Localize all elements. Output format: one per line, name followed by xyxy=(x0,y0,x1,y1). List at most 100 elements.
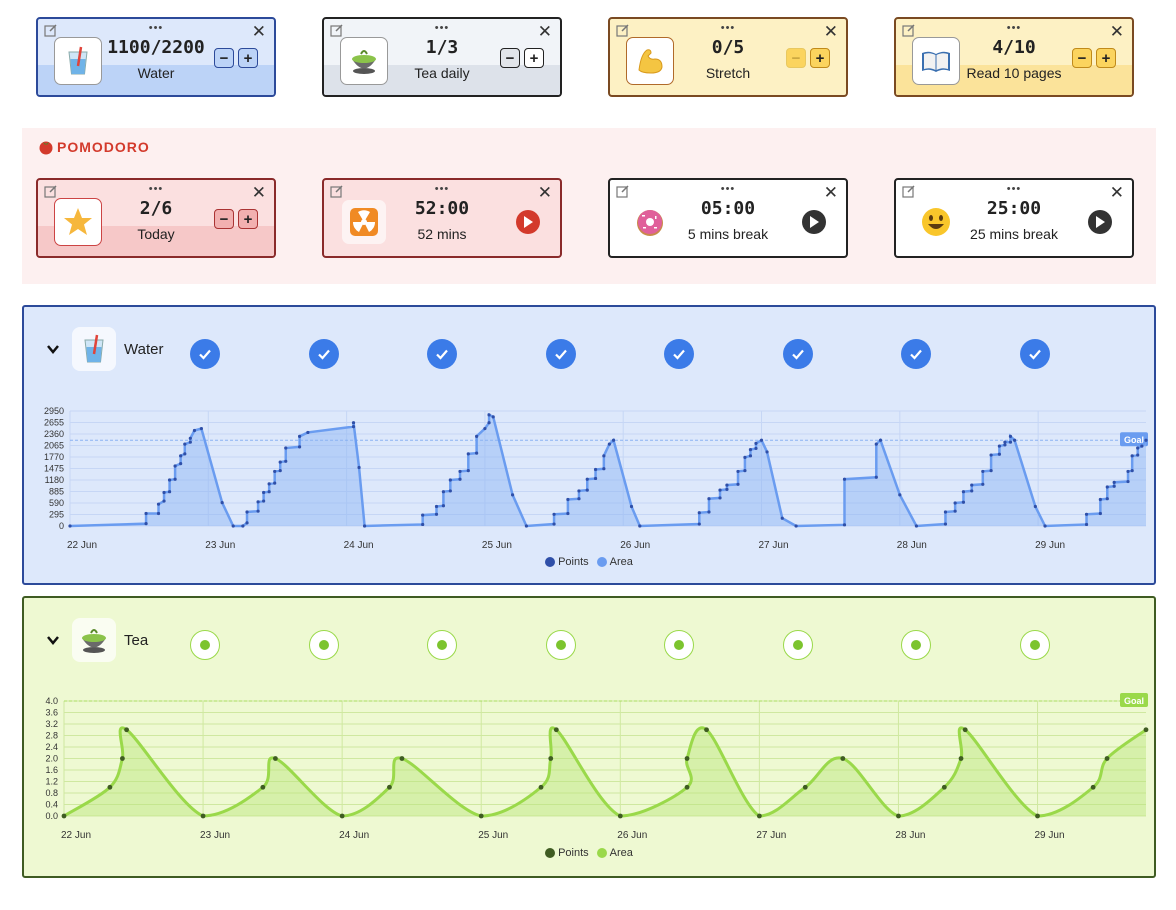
data-point xyxy=(1090,784,1096,790)
data-point xyxy=(458,477,462,481)
play-icon xyxy=(524,216,533,228)
edit-icon[interactable] xyxy=(44,184,58,198)
y-tick-label: 2.0 xyxy=(45,754,58,764)
play-button[interactable] xyxy=(802,210,826,234)
data-point xyxy=(387,784,392,790)
x-tick-label: 28 Jun xyxy=(895,830,925,841)
edit-icon[interactable] xyxy=(902,23,916,37)
more-icon[interactable]: ••• xyxy=(435,184,450,195)
increment-button[interactable]: + xyxy=(238,209,258,229)
x-tick-label: 22 Jun xyxy=(61,830,91,841)
legend-item-points[interactable]: Points xyxy=(545,847,589,859)
increment-button[interactable]: + xyxy=(810,48,830,68)
play-button[interactable] xyxy=(1088,210,1112,234)
data-point xyxy=(538,784,544,790)
more-icon[interactable]: ••• xyxy=(149,184,164,195)
decrement-button[interactable]: − xyxy=(500,48,520,68)
y-tick-label: 885 xyxy=(49,487,64,497)
habit-card-flexed-arm[interactable]: ••• ✕ 0/5 Stretch − + xyxy=(608,17,848,97)
habit-card-tea-bowl[interactable]: ••• ✕ 1/3 Tea daily − + xyxy=(322,17,562,97)
data-point xyxy=(743,455,747,459)
data-point xyxy=(167,490,172,494)
data-point xyxy=(399,756,405,761)
data-point xyxy=(718,496,722,500)
legend-label: Area xyxy=(609,847,633,859)
edit-icon[interactable] xyxy=(616,184,630,198)
more-icon[interactable]: ••• xyxy=(721,23,736,34)
increment-button[interactable]: + xyxy=(1096,48,1116,68)
data-point xyxy=(61,813,67,819)
decrement-button[interactable]: − xyxy=(214,209,234,229)
data-point xyxy=(1105,497,1109,501)
data-point xyxy=(491,415,495,419)
pomodoro-title: POMODORO xyxy=(38,139,150,155)
legend-label: Area xyxy=(609,556,633,568)
more-icon[interactable]: ••• xyxy=(1007,184,1022,195)
data-point xyxy=(748,447,753,452)
data-point xyxy=(199,426,203,431)
data-point xyxy=(297,434,302,438)
decrement-button[interactable]: − xyxy=(786,48,806,68)
data-point xyxy=(220,501,224,505)
decrement-button[interactable]: − xyxy=(214,48,234,68)
data-point xyxy=(1098,497,1102,502)
data-point xyxy=(362,524,367,528)
data-point xyxy=(577,489,581,493)
edit-icon[interactable] xyxy=(44,23,58,37)
data-point xyxy=(458,469,462,474)
data-point xyxy=(765,450,769,454)
y-tick-label: 1.2 xyxy=(45,777,58,787)
habit-card-star[interactable]: ••• ✕ 2/6 Today − + xyxy=(36,178,276,258)
more-icon[interactable]: ••• xyxy=(1007,23,1022,34)
goal-label: Goal xyxy=(1124,696,1144,706)
data-point xyxy=(68,524,72,528)
decrement-button[interactable]: − xyxy=(1072,48,1092,68)
data-point xyxy=(1098,511,1102,516)
data-point xyxy=(943,522,948,526)
data-point xyxy=(1130,469,1134,473)
play-button[interactable] xyxy=(516,210,540,234)
legend-item-points[interactable]: Points xyxy=(545,556,589,568)
legend-item-area[interactable]: Area xyxy=(596,556,633,568)
edit-icon[interactable] xyxy=(902,184,916,198)
more-icon[interactable]: ••• xyxy=(435,23,450,34)
increment-button[interactable]: + xyxy=(238,48,258,68)
data-point xyxy=(351,421,356,425)
data-point xyxy=(475,451,479,455)
edit-icon[interactable] xyxy=(330,23,344,37)
y-tick-label: 0.4 xyxy=(45,800,58,810)
legend-item-area[interactable]: Area xyxy=(596,847,633,859)
data-point xyxy=(124,727,129,733)
habit-card-radioactive[interactable]: ••• ✕ 52:00 52 mins xyxy=(322,178,562,258)
data-point xyxy=(1104,756,1110,761)
data-point xyxy=(1136,446,1140,450)
data-point xyxy=(156,511,161,516)
x-tick-label: 26 Jun xyxy=(620,540,650,551)
x-tick-label: 23 Jun xyxy=(200,830,230,841)
data-point xyxy=(1140,444,1144,448)
water-chart-panel: Water 0 295 590 885 1180 1475 1770 2065 2360 2655… xyxy=(22,305,1156,585)
data-point xyxy=(245,521,249,525)
data-point xyxy=(684,756,690,761)
x-tick-label: 22 Jun xyxy=(67,540,97,551)
data-point xyxy=(961,500,966,504)
edit-icon[interactable] xyxy=(330,184,344,198)
data-point xyxy=(156,502,161,506)
habit-card-donut[interactable]: ••• ✕ 05:00 5 mins break xyxy=(608,178,848,258)
data-point xyxy=(794,524,798,528)
habit-card-open-book[interactable]: ••• ✕ 4/10 Read 10 pages − + xyxy=(894,17,1134,97)
data-point xyxy=(306,430,310,435)
increment-button[interactable]: + xyxy=(524,48,544,68)
data-point xyxy=(1035,813,1040,819)
data-point xyxy=(1084,522,1089,527)
data-point xyxy=(1043,524,1047,528)
data-point xyxy=(981,469,985,474)
more-icon[interactable]: ••• xyxy=(149,23,164,34)
data-point xyxy=(256,509,260,513)
data-point xyxy=(475,434,479,438)
edit-icon[interactable] xyxy=(616,23,630,37)
habit-card-water-glass[interactable]: ••• ✕ 1100/2200 Water − + xyxy=(36,17,276,97)
habit-card-smiley[interactable]: ••• ✕ 25:00 25 mins break xyxy=(894,178,1134,258)
more-icon[interactable]: ••• xyxy=(721,184,736,195)
data-point xyxy=(278,460,282,464)
